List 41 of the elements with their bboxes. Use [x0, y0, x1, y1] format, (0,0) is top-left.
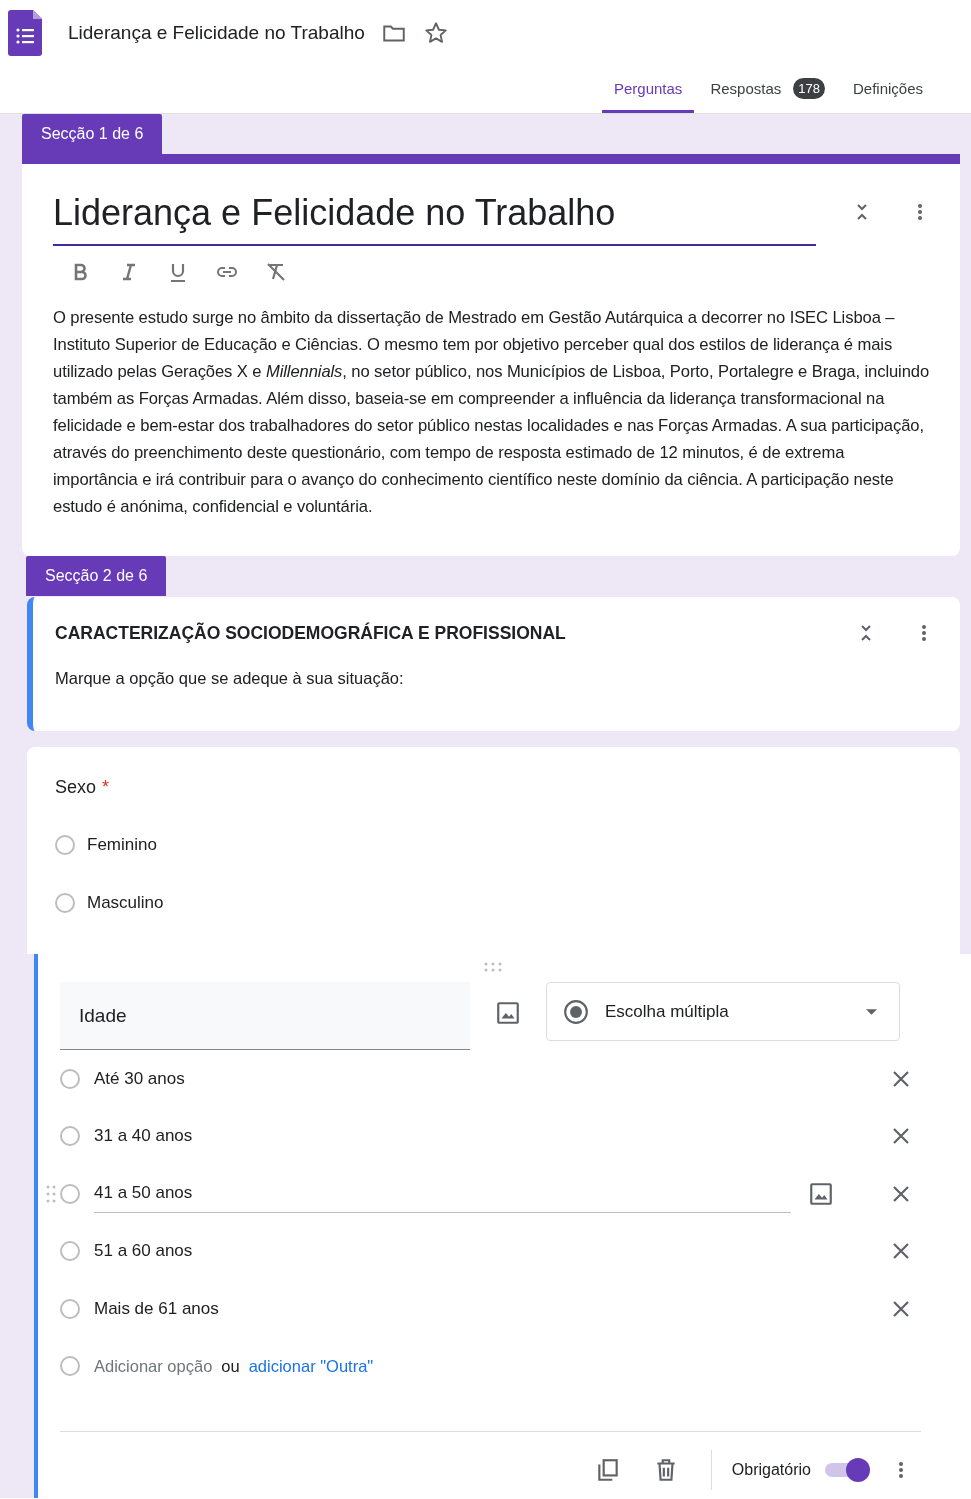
radio-button[interactable]	[60, 1126, 80, 1147]
section-description[interactable]: Marque a opção que se adeque à sua situação:	[55, 669, 936, 688]
radio-selected-icon	[563, 998, 589, 1025]
radio-button[interactable]	[60, 1241, 80, 1262]
question-title-field[interactable]: Idade	[60, 982, 470, 1050]
drag-handle-icon[interactable]	[483, 962, 503, 972]
radio-button[interactable]	[55, 835, 75, 855]
option-field[interactable]: 31 a 40 anos	[94, 1117, 869, 1156]
option-field[interactable]: Mais de 61 anos	[94, 1289, 869, 1328]
forms-logo-icon[interactable]	[8, 10, 42, 56]
image-icon[interactable]	[495, 1000, 521, 1026]
required-asterisk: *	[102, 777, 110, 798]
tab[interactable]: Definições	[840, 77, 935, 113]
option-field[interactable]: Até 30 anos	[94, 1059, 869, 1098]
form-title-field[interactable]: Liderança e Felicidade no Trabalho	[53, 178, 816, 246]
star-icon[interactable]	[422, 20, 449, 46]
question-type-dropdown[interactable]: Escolha múltipla	[546, 982, 900, 1041]
dropdown-caret-icon	[866, 1008, 877, 1015]
radio-button[interactable]	[60, 1068, 80, 1089]
option-label: Feminino	[87, 835, 157, 855]
section-label: Secção 2 de 6	[26, 556, 167, 596]
option-label: Masculino	[87, 893, 164, 913]
section-label: Secção 1 de 6	[22, 114, 163, 154]
radio-button[interactable]	[60, 1183, 80, 1204]
radio-button[interactable]	[60, 1298, 80, 1319]
image-icon[interactable]	[808, 1180, 834, 1207]
tab[interactable]: Respostas 178	[698, 77, 837, 113]
option-field[interactable]: 51 a 60 anos	[94, 1232, 869, 1271]
add-other-link[interactable]: adicionar "Outra"	[248, 1356, 374, 1376]
question-title: Sexo	[55, 777, 97, 798]
add-option-field[interactable]: Adicionar opção	[94, 1356, 213, 1376]
option-field[interactable]: 41 a 50 anos	[94, 1174, 791, 1214]
section-title[interactable]: CARACTERIZAÇÃO SOCIODEMOGRÁFICA E PROFISSIONAL	[55, 622, 820, 644]
document-title[interactable]: Liderança e Felicidade no Trabalho	[68, 22, 365, 44]
radio-button[interactable]	[55, 893, 75, 913]
required-label: Obrigatório	[731, 1460, 811, 1479]
or-text: ou	[221, 1356, 240, 1376]
required-toggle[interactable]	[825, 1456, 871, 1483]
form-description[interactable]: O presente estudo surge no âmbito da dissertação de Mestrado em Gestão Autárquica a decorrer no ISEC Lisboa – Instituto Superior de Educação e Ciências. O mesmo tem por objetivo perceber qual dos estilos de liderança é mais utilizado pelas Gerações X e Millennials, no setor público, nos Municípios de Lisboa, Porto, Portalegre e Braga, incluindo também as Forças Armadas. Além disso, baseia-se em compreender a influência da liderança transformacional na felicidade e bem-estar dos trabalhadores do setor público nestas localidades e nas Forças Armadas. A sua participação, através do preenchimento deste questionário, com tempo de resposta estimado de 12 minutos, é de extrema importância e irá contribuir para o avanço do conhecimento científico neste domínio da ciência. A participação neste estudo é anónima, confidencial e voluntária.	[53, 304, 932, 520]
drag-handle-icon[interactable]	[46, 1183, 56, 1204]
response-count-badge: 178	[793, 78, 825, 99]
